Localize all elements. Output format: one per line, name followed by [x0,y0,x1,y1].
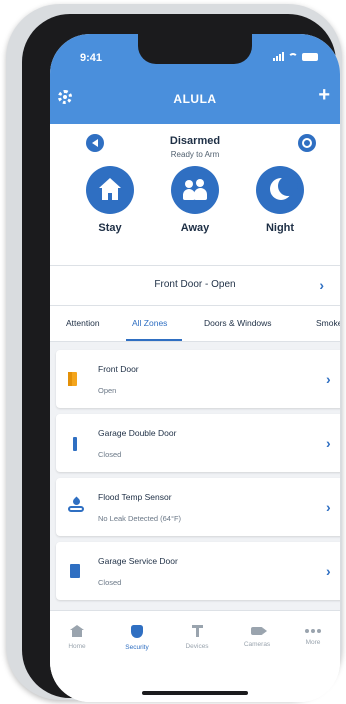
list-item[interactable]: Flood Temp Sensor No Leak Detected (64°F… [56,478,340,536]
list-item[interactable]: Garage Double Door Closed › [56,414,340,472]
nav-label: More [305,639,321,646]
chevron-right-icon: › [326,371,331,387]
night-button[interactable]: Night [250,166,310,234]
tab-doors-windows[interactable]: Doors & Windows [204,318,272,328]
nav-cameras[interactable]: Cameras [232,625,282,648]
app-screen: 9:41 ALULA + Disarmed Ready to Arm Stay … [50,34,340,702]
tab-all-zones[interactable]: All Zones [132,318,167,328]
tab-attention[interactable]: Attention [66,318,100,328]
zone-status: No Leak Detected (64°F) [98,514,182,523]
nav-security[interactable]: Security [112,625,162,651]
status-icons [273,52,318,61]
add-button[interactable]: + [318,84,330,107]
active-tab-indicator [126,339,182,341]
shield-icon [131,625,143,638]
chevron-right-icon: › [326,563,331,579]
door-closed-icon [73,437,77,451]
arm-panel: Disarmed Ready to Arm Stay Away Night [50,124,340,266]
nav-label: Security [125,644,149,651]
zone-status: Closed [98,450,122,459]
signal-icon [273,52,284,61]
chevron-right-icon: › [319,277,324,293]
status-time: 9:41 [80,52,103,64]
flood-sensor-icon [68,496,84,514]
people-icon[interactable] [171,166,219,214]
alert-row[interactable]: Front Door - Open › [50,266,340,306]
zone-name: Flood Temp Sensor [98,492,172,502]
bottom-tab-bar: Home Security Devices Cameras More [50,610,340,702]
nav-label: Home [68,643,86,650]
arm-substatus: Ready to Arm [170,150,220,159]
alert-text: Front Door - Open [154,279,236,290]
phone-notch [138,34,252,64]
app-title: ALULA [173,92,217,106]
battery-icon [302,52,318,61]
list-item[interactable]: Garage Service Door Closed › [56,542,340,600]
home-indicator[interactable] [142,691,248,695]
door-open-icon [68,372,77,386]
phone-bezel: 9:41 ALULA + Disarmed Ready to Arm Stay … [22,14,340,702]
nav-label: Devices [185,643,209,650]
nav-more[interactable]: More [288,625,338,646]
phone-frame: 9:41 ALULA + Disarmed Ready to Arm Stay … [6,4,342,702]
more-icon [305,629,321,633]
stay-button[interactable]: Stay [80,166,140,234]
nav-home[interactable]: Home [52,625,102,650]
arm-status: Disarmed [169,135,221,147]
stay-label: Stay [98,222,122,234]
chevron-right-icon: › [326,435,331,451]
tab-smoke[interactable]: Smoke [316,318,340,328]
zone-name: Garage Double Door [98,428,177,438]
house-icon[interactable] [86,166,134,214]
chevron-right-icon: › [326,499,331,515]
home-icon [70,625,84,637]
zone-status: Open [98,386,117,395]
moon-icon[interactable] [256,166,304,214]
night-label: Night [265,222,295,234]
zone-name: Front Door [98,364,139,374]
door-closed-icon [70,564,80,578]
app-header: 9:41 ALULA + [50,34,340,124]
zone-name: Garage Service Door [98,556,178,566]
list-item[interactable]: Front Door Open › [56,350,340,408]
camera-icon [251,627,267,635]
away-button[interactable]: Away [165,166,225,234]
devices-icon [191,625,203,637]
away-label: Away [180,222,210,234]
wifi-icon [288,52,298,61]
zone-list: Front Door Open › Garage Double Door Clo… [50,342,340,610]
nav-devices[interactable]: Devices [172,625,222,650]
zone-tabs: Attention All Zones Doors & Windows Smok… [50,306,340,342]
zone-status: Closed [98,578,122,587]
nav-label: Cameras [243,641,271,648]
